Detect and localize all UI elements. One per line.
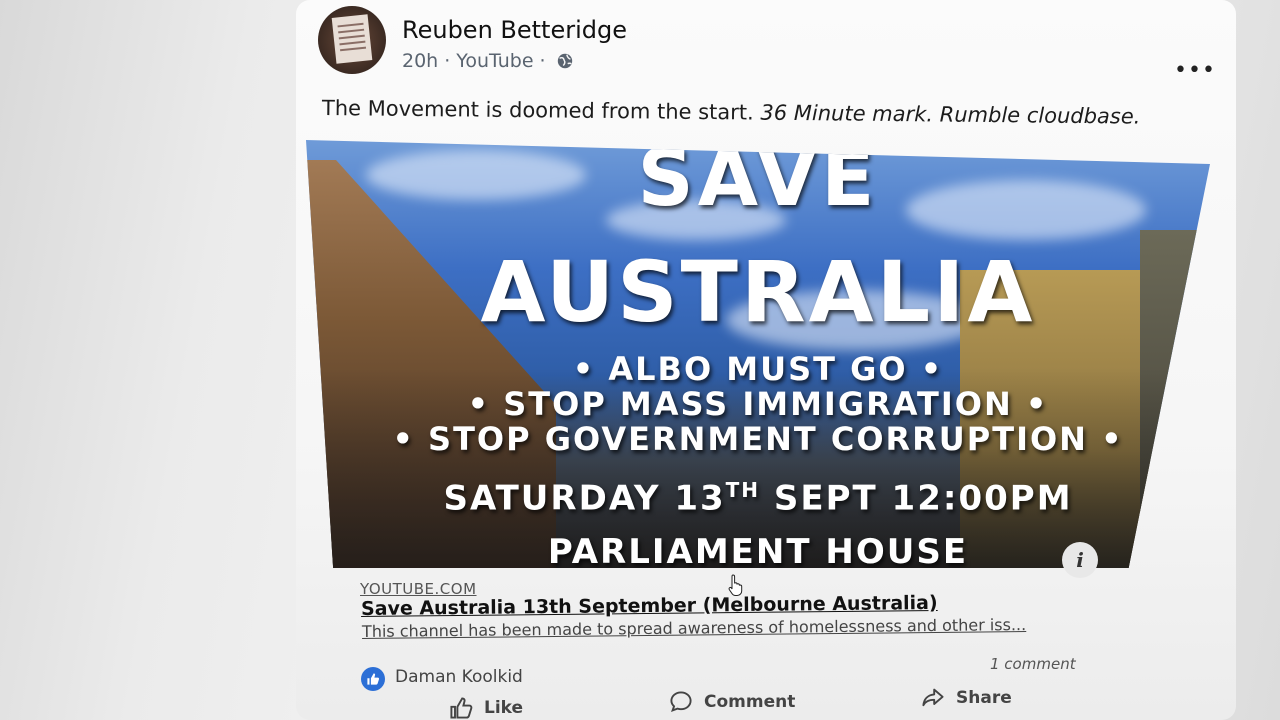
comment-label: Comment [704, 692, 796, 712]
thumbs-up-icon [450, 697, 473, 719]
comment-bubble-icon [670, 691, 692, 713]
share-label: Share [956, 688, 1012, 708]
post-source: YouTube [456, 50, 534, 72]
meta-separator: · [444, 50, 451, 72]
like-button[interactable]: Like [448, 696, 523, 720]
poster-line-2: • STOP MASS IMMIGRATION • [467, 385, 1049, 423]
avatar[interactable] [318, 6, 386, 74]
hand-cursor-icon [728, 574, 743, 596]
share-button[interactable]: Share [920, 686, 1012, 710]
post-text-italic: 36 Minute mark. Rumble cloudbase. [760, 100, 1141, 129]
share-arrow-icon [922, 688, 944, 707]
info-icon[interactable]: i [1062, 542, 1098, 578]
like-label: Like [484, 698, 524, 718]
poster-line-3: • STOP GOVERNMENT CORRUPTION • [392, 420, 1124, 458]
comment-count[interactable]: 1 comment [990, 655, 1076, 673]
post-text-plain: The Movement is doomed from the start. [321, 96, 754, 125]
more-options-icon[interactable]: ••• [1174, 58, 1216, 83]
poster-title-australia: AUSTRALIA [480, 243, 1036, 341]
comment-button[interactable]: Comment [668, 690, 795, 714]
post-time[interactable]: 20h [402, 50, 438, 72]
poster-date: SATURDAY 13TH SEPT 12:00PM [443, 478, 1073, 519]
like-reaction-icon[interactable] [361, 667, 385, 691]
link-domain: YOUTUBE.COM [360, 580, 477, 598]
globe-icon [557, 53, 572, 69]
author-name[interactable]: Reuben Betteridge [402, 16, 627, 44]
post-meta: 20h · YouTube · [402, 50, 574, 72]
link-preview-image[interactable]: SAVE AUSTRALIA • ALBO MUST GO • • STOP M… [306, 140, 1210, 568]
meta-separator-2: · [539, 50, 546, 72]
poster-line-1: • ALBO MUST GO • [572, 350, 944, 388]
reactor-name[interactable]: Daman Koolkid [395, 667, 523, 687]
